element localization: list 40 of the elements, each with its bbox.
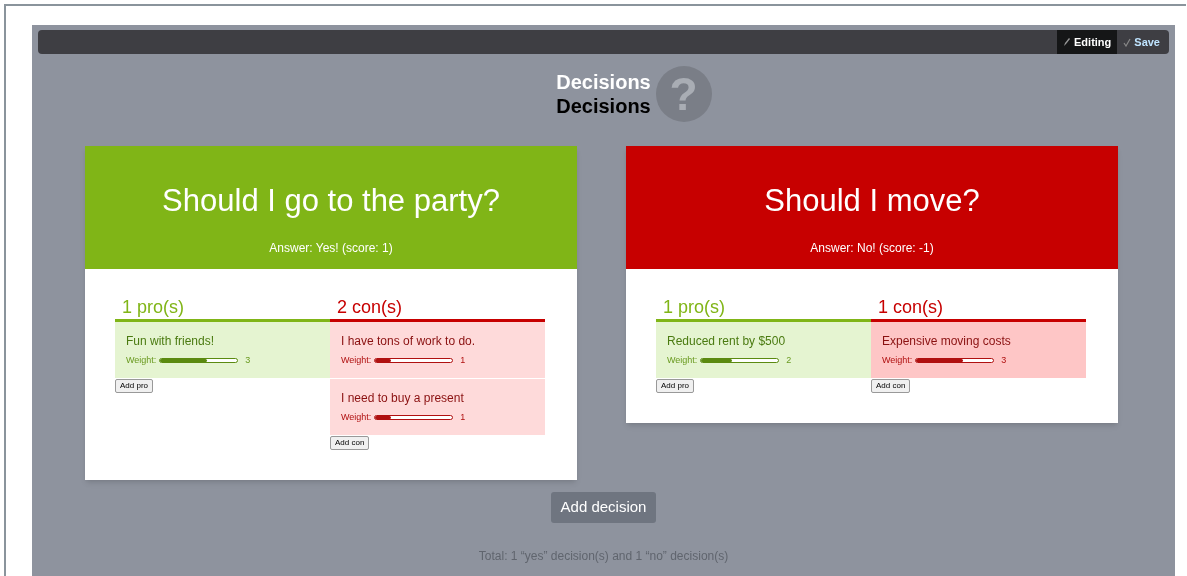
logo-text: Decisions — [556, 70, 651, 94]
add-decision-button[interactable]: Add decision — [550, 492, 657, 523]
logo-text: Decisions — [556, 94, 651, 118]
reason-text: Reduced rent by $500 — [667, 334, 787, 348]
add-pro-button[interactable]: Add pro — [656, 379, 695, 393]
save-button[interactable]: Save — [1117, 30, 1166, 54]
add-pro-button[interactable]: Add pro — [115, 379, 154, 393]
add-con-button[interactable]: Add con — [330, 436, 370, 450]
weight-value: 3 — [1001, 354, 1007, 367]
question-mark-icon: ? — [655, 66, 712, 122]
answer-text: Answer: Yes! (score: 1) — [269, 239, 393, 257]
weight-label: Weight: — [341, 354, 372, 367]
reason-text: Expensive moving costs — [882, 334, 1012, 348]
column-heading: 1 con(s) — [877, 296, 944, 319]
decision-question: Should I move? — [764, 182, 980, 220]
weight-value: 1 — [460, 411, 466, 424]
weight-slider[interactable] — [374, 415, 454, 421]
weight-value: 2 — [786, 354, 792, 367]
weight-slider[interactable] — [700, 358, 780, 364]
reason-text: Fun with friends! — [126, 334, 216, 348]
add-con-button[interactable]: Add con — [871, 379, 911, 393]
decision-question: Should I go to the party? — [162, 182, 500, 220]
answer-text: Answer: No! (score: -1) — [810, 239, 934, 257]
pencil-icon — [1063, 37, 1071, 47]
column-heading: 1 pro(s) — [121, 296, 184, 319]
weight-label: Weight: — [882, 354, 913, 367]
weight-label: Weight: — [126, 354, 157, 367]
column-heading: 2 con(s) — [336, 296, 403, 319]
weight-label: Weight: — [667, 354, 698, 367]
reason-text: I have tons of work to do. — [341, 334, 477, 348]
weight-value: 1 — [460, 354, 466, 367]
weight-slider[interactable] — [915, 358, 995, 364]
weight-slider[interactable] — [374, 358, 454, 364]
reason-text: I need to buy a present — [341, 391, 465, 405]
column-heading: 1 pro(s) — [662, 296, 725, 319]
weight-label: Weight: — [341, 411, 372, 424]
editing-button[interactable]: Editing — [1057, 30, 1118, 54]
weight-slider[interactable] — [159, 358, 239, 364]
weight-value: 3 — [245, 354, 251, 367]
check-icon — [1123, 37, 1132, 47]
